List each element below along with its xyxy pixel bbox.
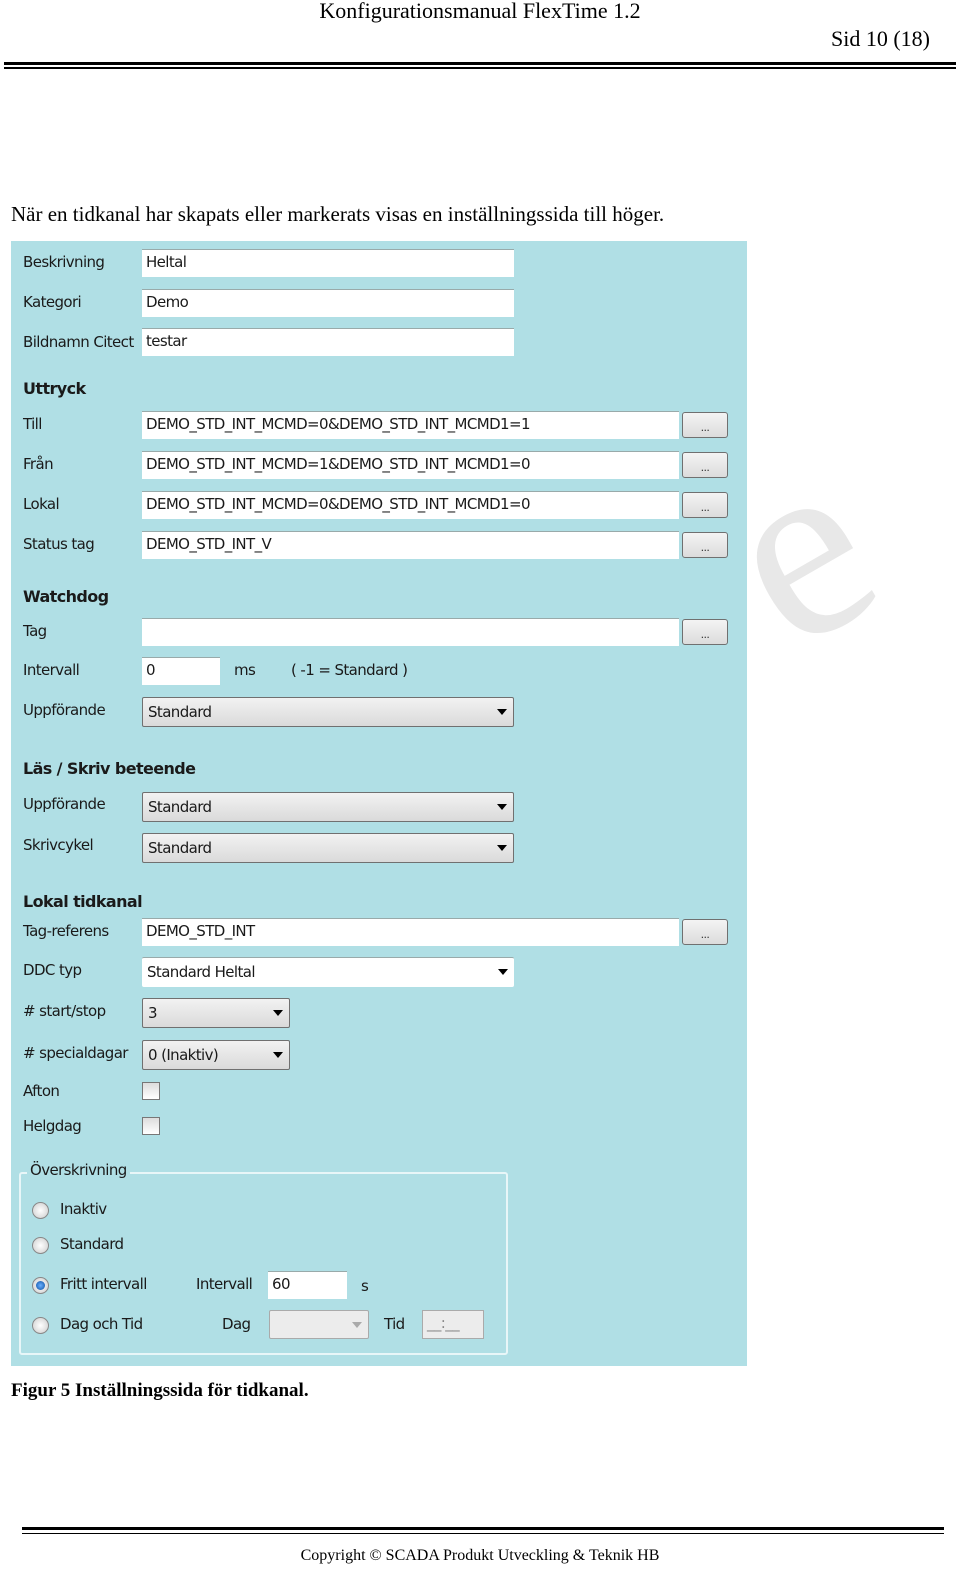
section-heading: Uttryck: [23, 379, 86, 398]
radio-inaktiv[interactable]: [32, 1202, 49, 1219]
label: Tag-referens: [23, 922, 109, 940]
radio-label: Inaktiv: [60, 1200, 107, 1218]
label: Skrivcykel: [23, 836, 94, 854]
dropdown-arrow-icon: [497, 845, 507, 851]
tid-input[interactable]: __:__: [422, 1310, 484, 1339]
label: Intervall: [196, 1275, 253, 1293]
section-heading: Lokal tidkanal: [23, 892, 143, 911]
label: Helgdag: [23, 1117, 82, 1135]
browse-button[interactable]: ...: [682, 412, 728, 438]
radio-label: Standard: [60, 1235, 124, 1253]
group-title: Överskrivning: [27, 1161, 130, 1179]
radio-label: Dag och Tid: [60, 1315, 143, 1333]
radio-fritt-intervall[interactable]: [32, 1277, 49, 1294]
dropdown-arrow-icon: [497, 709, 507, 715]
dropdown-arrow-icon: [497, 804, 507, 810]
label: Tid: [384, 1315, 405, 1333]
section-heading: Watchdog: [23, 587, 109, 606]
label: Tag: [23, 622, 47, 640]
helgdag-checkbox[interactable]: [142, 1117, 160, 1135]
label: Status tag: [23, 535, 95, 553]
las-uppforande-select[interactable]: Standard: [142, 792, 514, 822]
settings-panel: Beskrivning Heltal Kategori Demo Bildnam…: [11, 241, 747, 1366]
dropdown-arrow-icon: [273, 1052, 283, 1058]
label: Kategori: [23, 293, 82, 311]
label: Intervall: [23, 661, 80, 679]
beskrivning-input[interactable]: Heltal: [142, 249, 514, 277]
hint-label: ( -1 = Standard ): [291, 661, 408, 679]
footer-rule: [22, 1527, 944, 1530]
watchdog-uppforande-select[interactable]: Standard: [142, 697, 514, 727]
label: Dag: [222, 1315, 251, 1333]
select-value: Standard Heltal: [147, 963, 256, 981]
tag-referens-input[interactable]: DEMO_STD_INT: [142, 918, 679, 946]
ddc-typ-select[interactable]: Standard Heltal: [142, 957, 514, 987]
unit-label: s: [361, 1277, 369, 1295]
dropdown-arrow-icon: [352, 1322, 362, 1328]
dag-select[interactable]: [269, 1310, 369, 1339]
label: Från: [23, 455, 54, 473]
label: Till: [23, 415, 42, 433]
status-tag-input[interactable]: DEMO_STD_INT_V: [142, 531, 679, 559]
copyright: Copyright © SCADA Produkt Utveckling & T…: [300, 1547, 660, 1564]
select-value: Standard: [148, 798, 212, 816]
select-value: 3: [148, 1004, 158, 1022]
lokal-input[interactable]: DEMO_STD_INT_MCMD=0&DEMO_STD_INT_MCMD1=0: [142, 491, 679, 519]
header-rule: [4, 67, 956, 69]
section-heading: Läs / Skriv beteende: [23, 759, 196, 778]
browse-button[interactable]: ...: [682, 919, 728, 945]
label: Beskrivning: [23, 253, 105, 271]
document-title: Konfigurationsmanual FlexTime 1.2: [319, 0, 641, 23]
label: DDC typ: [23, 961, 82, 979]
afton-checkbox[interactable]: [142, 1082, 160, 1100]
browse-button[interactable]: ...: [682, 452, 728, 478]
till-input[interactable]: DEMO_STD_INT_MCMD=0&DEMO_STD_INT_MCMD1=1: [142, 411, 679, 439]
start-stop-select[interactable]: 3: [142, 998, 290, 1028]
kategori-input[interactable]: Demo: [142, 289, 514, 317]
footer-rule: [22, 1533, 944, 1534]
dropdown-arrow-icon: [273, 1010, 283, 1016]
specialdagar-select[interactable]: 0 (Inaktiv): [142, 1040, 290, 1070]
page-number: Sid 10 (18): [831, 26, 930, 51]
watchdog-intervall-input[interactable]: 0: [142, 657, 220, 685]
select-value: Standard: [148, 839, 212, 857]
browse-button[interactable]: ...: [682, 532, 728, 558]
overskrivning-intervall-input[interactable]: 60: [268, 1271, 347, 1299]
skrivcykel-select[interactable]: Standard: [142, 833, 514, 863]
unit-label: ms: [234, 661, 256, 679]
label: Uppförande: [23, 795, 106, 813]
select-value: 0 (Inaktiv): [148, 1046, 219, 1064]
browse-button[interactable]: ...: [682, 619, 728, 645]
label: Afton: [23, 1082, 60, 1100]
bildnamn-input[interactable]: testar: [142, 328, 514, 356]
dropdown-arrow-icon: [498, 969, 508, 975]
radio-dag-och-tid[interactable]: [32, 1317, 49, 1334]
label: # start/stop: [23, 1002, 106, 1020]
figure-caption: Figur 5 Inställningssida för tidkanal.: [11, 1380, 309, 1401]
label: Lokal: [23, 495, 60, 513]
browse-button[interactable]: ...: [682, 492, 728, 518]
header-rule: [4, 62, 956, 65]
watchdog-tag-input[interactable]: [142, 618, 679, 646]
select-value: Standard: [148, 703, 212, 721]
label: Bildnamn Citect: [23, 333, 134, 351]
label: # specialdagar: [23, 1044, 128, 1062]
intro-text: När en tidkanal har skapats eller marker…: [11, 202, 665, 226]
fran-input[interactable]: DEMO_STD_INT_MCMD=1&DEMO_STD_INT_MCMD1=0: [142, 451, 679, 479]
radio-standard[interactable]: [32, 1237, 49, 1254]
label: Uppförande: [23, 701, 106, 719]
radio-label: Fritt intervall: [60, 1275, 147, 1293]
